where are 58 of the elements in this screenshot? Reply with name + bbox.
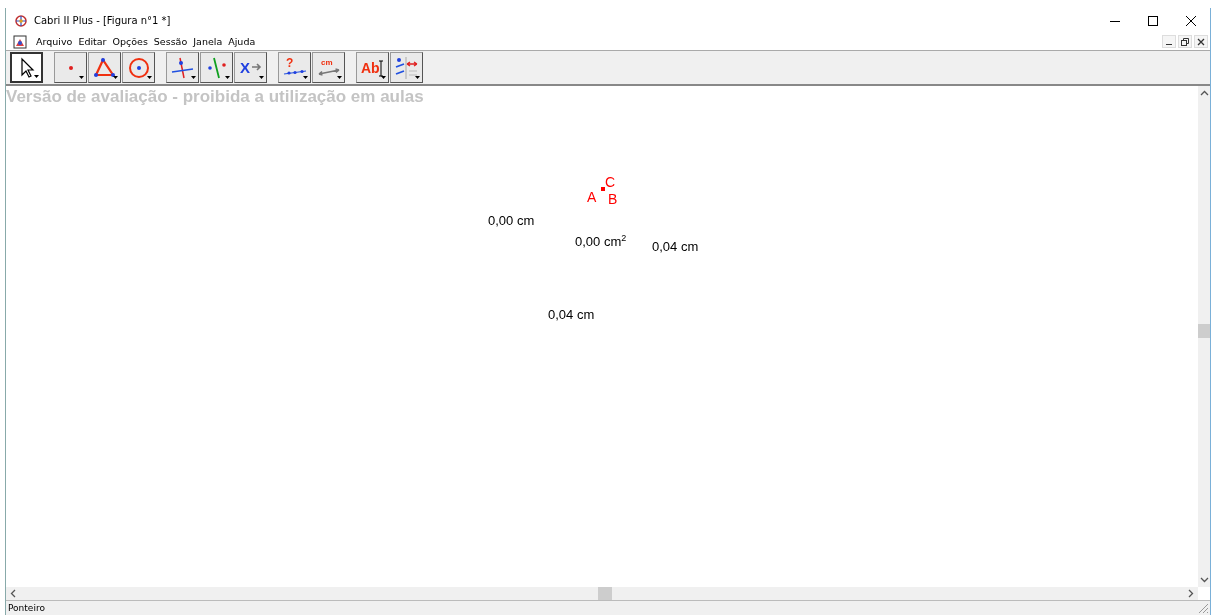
close-icon	[1197, 37, 1205, 46]
point-label: C	[605, 174, 616, 190]
caret-icon	[113, 76, 118, 79]
point-label: B	[608, 191, 618, 207]
scroll-right-icon[interactable]	[1188, 589, 1194, 598]
restore-button[interactable]	[1178, 35, 1192, 48]
minimize-button[interactable]	[1162, 35, 1176, 48]
caret-icon	[225, 76, 230, 79]
tool-button[interactable]	[166, 52, 199, 83]
document-icon	[13, 34, 27, 49]
vertical-scrollbar[interactable]	[1198, 86, 1210, 587]
circle-icon	[126, 55, 151, 80]
caret-icon	[79, 76, 84, 79]
point-label: A	[587, 189, 597, 205]
tool-button[interactable]	[88, 52, 121, 83]
tool-button[interactable]	[54, 52, 87, 83]
minimize-icon	[1166, 44, 1172, 45]
caret-icon	[34, 75, 39, 78]
point-icon	[68, 65, 73, 70]
tool-button[interactable]	[390, 52, 423, 83]
close-icon	[1186, 15, 1196, 26]
scroll-thumb[interactable]	[598, 587, 612, 600]
caret-icon	[337, 76, 342, 79]
horizontal-scrollbar[interactable]	[6, 587, 1198, 600]
scroll-down-icon[interactable]	[1199, 577, 1209, 583]
scroll-left-icon[interactable]	[10, 589, 16, 598]
menu-item[interactable]: Sessão	[150, 36, 191, 47]
triangle-icon	[92, 55, 117, 80]
caret-icon	[259, 76, 264, 79]
caret-icon	[415, 76, 420, 79]
menu-item[interactable]: Opções	[109, 36, 151, 47]
menu-item[interactable]: Editar	[75, 36, 110, 47]
tool-button[interactable]	[122, 52, 155, 83]
measurement-text: 0,04 cm	[652, 239, 699, 254]
caret-icon	[191, 76, 196, 79]
window-title: Cabri II Plus - [Figura n°1 *]	[34, 15, 171, 26]
caret-icon	[381, 76, 386, 79]
menu-item[interactable]: Janela	[190, 36, 226, 47]
measurement-text: 0,04 cm	[548, 307, 595, 322]
scroll-up-icon[interactable]	[1199, 90, 1209, 96]
tool-button[interactable]	[200, 52, 233, 83]
tool-button[interactable]	[10, 52, 43, 83]
notice-text: Versão de avaliação - proibida a utilização em aulas	[6, 87, 424, 107]
menu-item[interactable]: Arquivo	[33, 36, 76, 47]
resize-grip[interactable]	[1198, 602, 1209, 614]
menu-item[interactable]: Ajuda	[225, 36, 259, 47]
measurement-text: 0,00 cm$^{2}$	[575, 234, 627, 249]
perpendicular-lines-icon	[170, 55, 195, 80]
attributes-icon	[394, 55, 419, 80]
restore-icon	[1181, 37, 1189, 46]
app-icon	[14, 13, 28, 28]
scroll-thumb[interactable]	[1198, 324, 1210, 338]
maximize-icon	[1148, 15, 1158, 26]
caret-icon	[147, 76, 152, 79]
close-button[interactable]	[1194, 35, 1208, 48]
caret-icon	[303, 76, 308, 79]
status-text: Ponteiro	[8, 603, 45, 613]
measurement-text: 0,00 cm	[488, 213, 535, 228]
